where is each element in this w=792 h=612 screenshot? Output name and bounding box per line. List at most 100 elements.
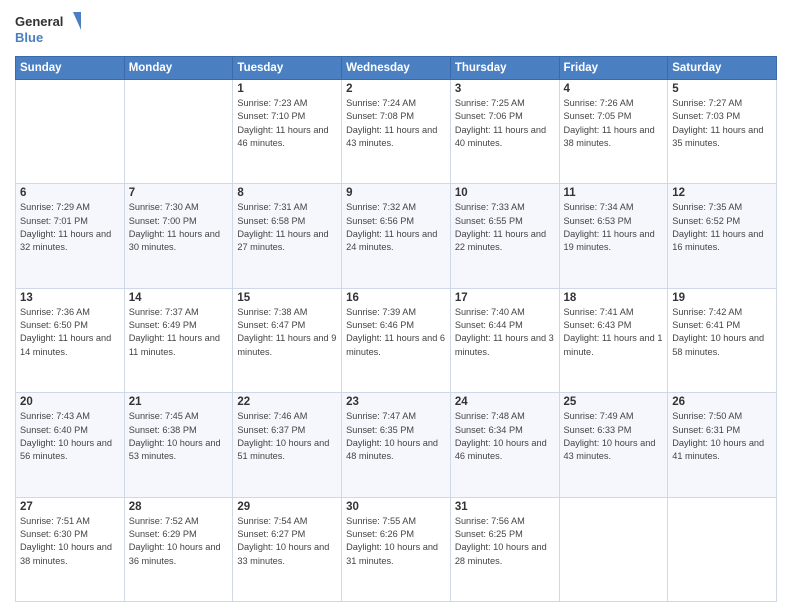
- page: General Blue SundayMondayTuesdayWednesda…: [0, 0, 792, 612]
- day-info: Sunrise: 7:42 AM Sunset: 6:41 PM Dayligh…: [672, 306, 772, 359]
- day-cell: 5Sunrise: 7:27 AM Sunset: 7:03 PM Daylig…: [668, 80, 777, 184]
- weekday-header-tuesday: Tuesday: [233, 57, 342, 80]
- day-number: 17: [455, 292, 555, 304]
- week-row-3: 13Sunrise: 7:36 AM Sunset: 6:50 PM Dayli…: [16, 288, 777, 392]
- svg-text:Blue: Blue: [15, 30, 43, 45]
- day-info: Sunrise: 7:43 AM Sunset: 6:40 PM Dayligh…: [20, 410, 120, 463]
- day-number: 29: [237, 501, 337, 513]
- day-number: 7: [129, 187, 229, 199]
- day-number: 12: [672, 187, 772, 199]
- day-info: Sunrise: 7:38 AM Sunset: 6:47 PM Dayligh…: [237, 306, 337, 359]
- day-info: Sunrise: 7:54 AM Sunset: 6:27 PM Dayligh…: [237, 515, 337, 568]
- day-info: Sunrise: 7:52 AM Sunset: 6:29 PM Dayligh…: [129, 515, 229, 568]
- day-cell: 7 Sunrise: 7:30 AM Sunset: 7:00 PM Daylig…: [124, 184, 233, 288]
- week-row-4: 20 Sunrise: 7:43 AM Sunset: 6:40 PM Dayli…: [16, 393, 777, 497]
- weekday-header-saturday: Saturday: [668, 57, 777, 80]
- day-cell: 19 Sunrise: 7:42 AM Sunset: 6:41 PM Dayli…: [668, 288, 777, 392]
- day-cell: 27 Sunrise: 7:51 AM Sunset: 6:30 PM Dayli…: [16, 497, 125, 601]
- day-number: 26: [672, 396, 772, 408]
- day-number: 18: [564, 292, 664, 304]
- day-number: 31: [455, 501, 555, 513]
- day-cell: [124, 80, 233, 184]
- week-row-1: 1 Sunrise: 7:23 AM Sunset: 7:10 PM Daylig…: [16, 80, 777, 184]
- day-cell: 30 Sunrise: 7:55 AM Sunset: 6:26 PM Dayli…: [342, 497, 451, 601]
- day-number: 27: [20, 501, 120, 513]
- day-cell: 11Sunrise: 7:34 AM Sunset: 6:53 PM Dayli…: [559, 184, 668, 288]
- day-info: Sunrise: 7:51 AM Sunset: 6:30 PM Dayligh…: [20, 515, 120, 568]
- day-cell: 26Sunrise: 7:50 AM Sunset: 6:31 PM Dayli…: [668, 393, 777, 497]
- day-cell: 8 Sunrise: 7:31 AM Sunset: 6:58 PM Daylig…: [233, 184, 342, 288]
- day-cell: [16, 80, 125, 184]
- day-cell: 3Sunrise: 7:25 AM Sunset: 7:06 PM Daylig…: [450, 80, 559, 184]
- day-number: 1: [237, 83, 337, 95]
- weekday-header-sunday: Sunday: [16, 57, 125, 80]
- day-info: Sunrise: 7:39 AM Sunset: 6:46 PM Dayligh…: [346, 306, 446, 359]
- week-row-5: 27 Sunrise: 7:51 AM Sunset: 6:30 PM Dayli…: [16, 497, 777, 601]
- day-info: Sunrise: 7:41 AM Sunset: 6:43 PM Dayligh…: [564, 306, 664, 359]
- day-cell: 24 Sunrise: 7:48 AM Sunset: 6:34 PM Dayli…: [450, 393, 559, 497]
- day-number: 2: [346, 83, 446, 95]
- day-info: Sunrise: 7:26 AM Sunset: 7:05 PM Dayligh…: [564, 97, 664, 150]
- day-cell: 29 Sunrise: 7:54 AM Sunset: 6:27 PM Dayli…: [233, 497, 342, 601]
- weekday-header-monday: Monday: [124, 57, 233, 80]
- day-number: 23: [346, 396, 446, 408]
- day-info: Sunrise: 7:56 AM Sunset: 6:25 PM Dayligh…: [455, 515, 555, 568]
- day-info: Sunrise: 7:37 AM Sunset: 6:49 PM Dayligh…: [129, 306, 229, 359]
- day-info: Sunrise: 7:48 AM Sunset: 6:34 PM Dayligh…: [455, 410, 555, 463]
- day-cell: 23 Sunrise: 7:47 AM Sunset: 6:35 PM Dayli…: [342, 393, 451, 497]
- day-number: 25: [564, 396, 664, 408]
- day-cell: 20 Sunrise: 7:43 AM Sunset: 6:40 PM Dayli…: [16, 393, 125, 497]
- logo: General Blue: [15, 10, 85, 48]
- day-number: 15: [237, 292, 337, 304]
- day-number: 14: [129, 292, 229, 304]
- day-number: 22: [237, 396, 337, 408]
- day-cell: 16Sunrise: 7:39 AM Sunset: 6:46 PM Dayli…: [342, 288, 451, 392]
- day-cell: 31 Sunrise: 7:56 AM Sunset: 6:25 PM Dayli…: [450, 497, 559, 601]
- day-info: Sunrise: 7:45 AM Sunset: 6:38 PM Dayligh…: [129, 410, 229, 463]
- day-number: 24: [455, 396, 555, 408]
- day-info: Sunrise: 7:33 AM Sunset: 6:55 PM Dayligh…: [455, 201, 555, 254]
- day-cell: 18 Sunrise: 7:41 AM Sunset: 6:43 PM Dayli…: [559, 288, 668, 392]
- week-row-2: 6 Sunrise: 7:29 AM Sunset: 7:01 PM Daylig…: [16, 184, 777, 288]
- day-cell: 12 Sunrise: 7:35 AM Sunset: 6:52 PM Dayli…: [668, 184, 777, 288]
- day-info: Sunrise: 7:46 AM Sunset: 6:37 PM Dayligh…: [237, 410, 337, 463]
- day-cell: 22 Sunrise: 7:46 AM Sunset: 6:37 PM Dayli…: [233, 393, 342, 497]
- day-info: Sunrise: 7:49 AM Sunset: 6:33 PM Dayligh…: [564, 410, 664, 463]
- day-info: Sunrise: 7:23 AM Sunset: 7:10 PM Dayligh…: [237, 97, 337, 150]
- day-cell: 1 Sunrise: 7:23 AM Sunset: 7:10 PM Daylig…: [233, 80, 342, 184]
- day-number: 20: [20, 396, 120, 408]
- day-number: 19: [672, 292, 772, 304]
- logo-svg: General Blue: [15, 10, 85, 48]
- day-number: 28: [129, 501, 229, 513]
- day-number: 13: [20, 292, 120, 304]
- day-info: Sunrise: 7:31 AM Sunset: 6:58 PM Dayligh…: [237, 201, 337, 254]
- day-number: 21: [129, 396, 229, 408]
- header: General Blue: [15, 10, 777, 48]
- day-info: Sunrise: 7:55 AM Sunset: 6:26 PM Dayligh…: [346, 515, 446, 568]
- day-cell: 14 Sunrise: 7:37 AM Sunset: 6:49 PM Dayli…: [124, 288, 233, 392]
- weekday-header-wednesday: Wednesday: [342, 57, 451, 80]
- svg-text:General: General: [15, 14, 63, 29]
- day-info: Sunrise: 7:47 AM Sunset: 6:35 PM Dayligh…: [346, 410, 446, 463]
- day-info: Sunrise: 7:35 AM Sunset: 6:52 PM Dayligh…: [672, 201, 772, 254]
- day-number: 10: [455, 187, 555, 199]
- day-number: 8: [237, 187, 337, 199]
- day-number: 4: [564, 83, 664, 95]
- day-number: 6: [20, 187, 120, 199]
- day-info: Sunrise: 7:24 AM Sunset: 7:08 PM Dayligh…: [346, 97, 446, 150]
- day-number: 30: [346, 501, 446, 513]
- day-cell: [559, 497, 668, 601]
- day-info: Sunrise: 7:29 AM Sunset: 7:01 PM Dayligh…: [20, 201, 120, 254]
- day-number: 9: [346, 187, 446, 199]
- day-cell: 13Sunrise: 7:36 AM Sunset: 6:50 PM Dayli…: [16, 288, 125, 392]
- day-cell: 9 Sunrise: 7:32 AM Sunset: 6:56 PM Daylig…: [342, 184, 451, 288]
- day-info: Sunrise: 7:34 AM Sunset: 6:53 PM Dayligh…: [564, 201, 664, 254]
- day-cell: 15 Sunrise: 7:38 AM Sunset: 6:47 PM Dayli…: [233, 288, 342, 392]
- day-cell: 6 Sunrise: 7:29 AM Sunset: 7:01 PM Daylig…: [16, 184, 125, 288]
- day-info: Sunrise: 7:30 AM Sunset: 7:00 PM Dayligh…: [129, 201, 229, 254]
- day-cell: 25 Sunrise: 7:49 AM Sunset: 6:33 PM Dayli…: [559, 393, 668, 497]
- day-info: Sunrise: 7:40 AM Sunset: 6:44 PM Dayligh…: [455, 306, 555, 359]
- weekday-header-friday: Friday: [559, 57, 668, 80]
- weekday-header-thursday: Thursday: [450, 57, 559, 80]
- day-info: Sunrise: 7:32 AM Sunset: 6:56 PM Dayligh…: [346, 201, 446, 254]
